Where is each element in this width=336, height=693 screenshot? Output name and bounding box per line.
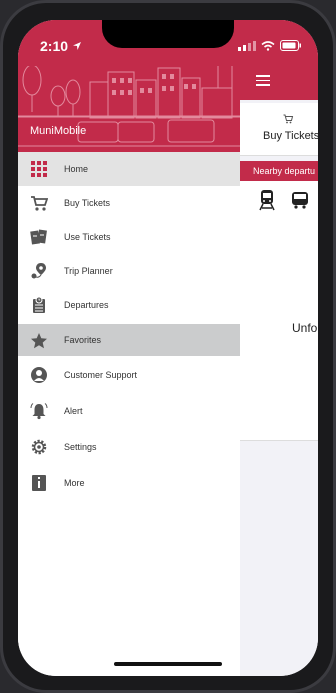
support-icon	[31, 367, 47, 383]
menu-label-customer-support: Customer Support	[64, 370, 138, 380]
cart-icon	[283, 114, 294, 124]
main-content: Buy Tickets Nearby departu	[240, 20, 318, 676]
menu-item-trip-planner[interactable]: Trip Planner	[18, 254, 240, 288]
train-icon[interactable]	[258, 189, 276, 211]
menu-item-more[interactable]: More	[18, 466, 240, 500]
menu-label-use-tickets: Use Tickets	[64, 232, 111, 242]
menu-item-use-tickets[interactable]: Use Tickets	[18, 220, 240, 254]
menu-item-favorites[interactable]: Favorites	[18, 324, 240, 356]
unavailable-message: Unfo	[292, 321, 318, 335]
notch	[102, 20, 234, 48]
info-icon	[32, 475, 46, 491]
map-pin-icon	[31, 263, 46, 279]
screen: Buy Tickets Nearby departu Unfo 2:10 Mun…	[18, 20, 318, 676]
departures-icon	[33, 296, 45, 313]
menu-label-home: Home	[64, 164, 89, 174]
menu-label-buy-tickets: Buy Tickets	[64, 198, 111, 208]
gear-icon	[31, 439, 47, 455]
menu-label-trip-planner: Trip Planner	[64, 266, 113, 276]
menu-item-customer-support[interactable]: Customer Support	[18, 358, 240, 392]
menu-icon[interactable]	[256, 75, 270, 86]
battery-icon	[280, 40, 301, 51]
nearby-departures-label[interactable]: Nearby departu	[253, 166, 315, 176]
menu-label-more: More	[64, 478, 85, 488]
buy-tickets-label[interactable]: Buy Tickets	[263, 130, 318, 142]
menu-item-settings[interactable]: Settings	[18, 430, 240, 464]
status-time: 2:10	[40, 38, 69, 54]
menu-item-home[interactable]: Home	[18, 152, 240, 186]
menu-item-buy-tickets[interactable]: Buy Tickets	[18, 186, 240, 220]
menu-item-alert[interactable]: Alert	[18, 394, 240, 428]
city-skyline-illustration	[18, 63, 240, 147]
departures-panel	[240, 181, 318, 441]
grid-icon	[31, 161, 47, 177]
bus-icon[interactable]	[290, 191, 310, 209]
cart-icon	[31, 196, 48, 211]
tickets-icon	[30, 229, 47, 245]
menu-label-settings: Settings	[64, 442, 97, 452]
star-icon	[31, 333, 47, 349]
app-name: MuniMobile	[30, 125, 87, 137]
location-arrow-icon	[73, 42, 81, 50]
bell-icon	[30, 403, 48, 420]
menu-label-favorites: Favorites	[64, 335, 102, 345]
menu-item-departures[interactable]: Departures	[18, 288, 240, 322]
wifi-icon	[261, 40, 275, 51]
navigation-drawer: MuniMobile Home Buy Tickets Use Tickets	[18, 20, 240, 676]
menu-label-departures: Departures	[64, 300, 109, 310]
drawer-menu: Home Buy Tickets Use Tickets Trip Planne…	[18, 152, 240, 500]
menu-label-alert: Alert	[64, 406, 83, 416]
signal-icon	[238, 40, 256, 51]
home-indicator[interactable]	[114, 662, 222, 666]
